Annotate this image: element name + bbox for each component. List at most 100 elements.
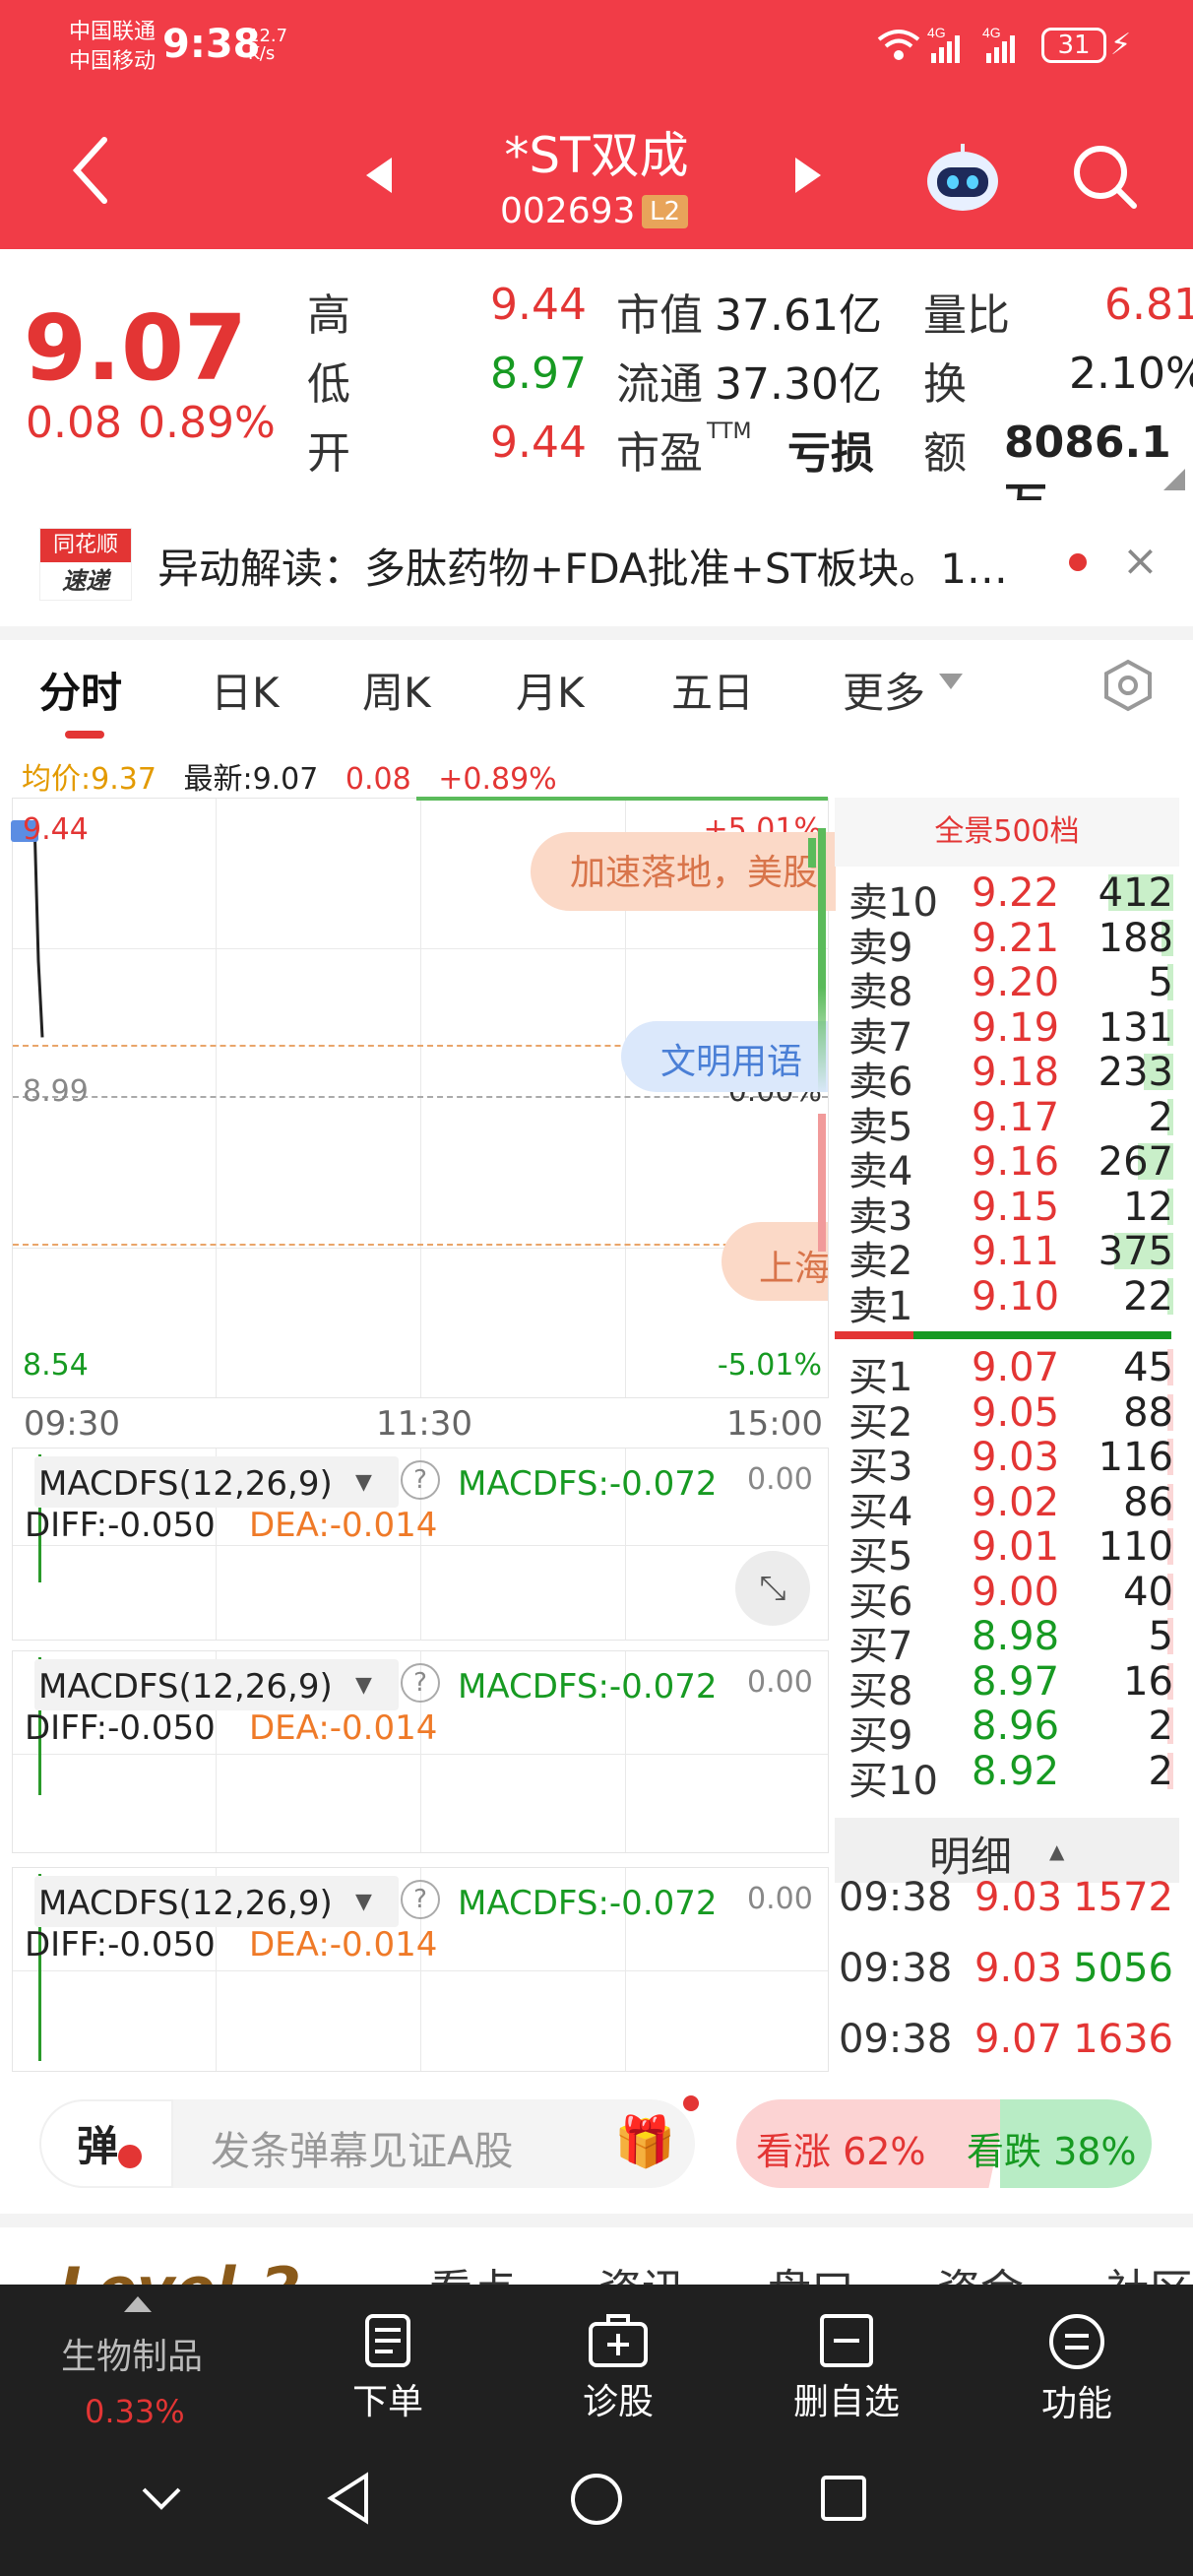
- ask-level-row[interactable]: 卖6 9.18 233: [848, 1050, 1173, 1105]
- ask-level-row[interactable]: 卖7 9.19 131: [848, 1005, 1173, 1061]
- level-price: 9.05: [972, 1389, 1060, 1436]
- level-volume: 233: [1098, 1050, 1173, 1095]
- remove-watchlist-button[interactable]: 删自选: [780, 2312, 913, 2424]
- bid-level-row[interactable]: 买3 9.03 116: [848, 1435, 1173, 1490]
- expand-corner-icon[interactable]: [1163, 469, 1185, 490]
- sector-pct: 0.33%: [85, 2393, 185, 2430]
- system-recents-icon[interactable]: [819, 2474, 868, 2527]
- system-home-icon[interactable]: [569, 2472, 624, 2531]
- x-start-label: 09:30: [24, 1404, 120, 1444]
- ask-level-row[interactable]: 卖5 9.17 2: [848, 1095, 1173, 1150]
- bearish-button[interactable]: 看跌 38%: [967, 2121, 1137, 2175]
- unread-dot: [1069, 553, 1087, 571]
- tab-highlights[interactable]: 看点: [429, 2255, 516, 2285]
- bid-level-row[interactable]: 买7 8.98 5: [848, 1614, 1173, 1669]
- bid-level-row[interactable]: 买8 8.97 16: [848, 1658, 1173, 1714]
- bid-level-row[interactable]: 买9 8.96 2: [848, 1704, 1173, 1759]
- level-price: 9.20: [972, 960, 1060, 1005]
- macd-indicator-label[interactable]: MACDFS(12,26,9): [38, 1884, 333, 1923]
- diagnose-button[interactable]: 诊股: [565, 2312, 671, 2424]
- macd-indicator-label[interactable]: MACDFS(12,26,9): [38, 1464, 333, 1504]
- trade-price: 9.07: [974, 2017, 1063, 2062]
- macd-indicator-label[interactable]: MACDFS(12,26,9): [38, 1667, 333, 1707]
- tab-five-day[interactable]: 五日: [671, 660, 754, 720]
- dea-value: DEA:-0.014: [249, 1708, 438, 1748]
- danmu-bubble[interactable]: 上海: [722, 1222, 828, 1301]
- low-label: 低: [307, 359, 350, 410]
- chevron-down-icon: ▼: [355, 1470, 372, 1495]
- ask-level-row[interactable]: 卖1 9.10 22: [848, 1274, 1173, 1329]
- order-button[interactable]: 下单: [335, 2312, 441, 2424]
- danmu-placeholder[interactable]: 发条弹幕见证A股: [211, 2119, 513, 2176]
- level-volume: 188: [1098, 915, 1173, 961]
- news-text: 异动解读：多肽药物+FDA批准+ST板块。1…: [157, 545, 1008, 593]
- diff-value: DIFF:-0.050: [25, 1708, 216, 1748]
- bid-level-row[interactable]: 买10 8.92 2: [848, 1748, 1173, 1804]
- bid-level-row[interactable]: 买1 9.07 45: [848, 1345, 1173, 1400]
- danmu-input-bar[interactable]: 弹 发条弹幕见证A股 🎁: [39, 2095, 699, 2188]
- ask-level-row[interactable]: 卖10 9.22 412: [848, 870, 1173, 926]
- danmu-bubble[interactable]: 文明用语: [621, 1021, 828, 1092]
- settings-hex-icon[interactable]: [1100, 658, 1156, 717]
- sentiment-bar[interactable]: 看涨 62% 看跌 38%: [736, 2099, 1152, 2188]
- gift-icon[interactable]: 🎁: [614, 2113, 675, 2171]
- help-icon[interactable]: ?: [401, 1880, 440, 1919]
- ask-level-row[interactable]: 卖2 9.11 375: [848, 1229, 1173, 1284]
- bid-level-row[interactable]: 买4 9.02 86: [848, 1480, 1173, 1535]
- tab-funds[interactable]: 资金: [937, 2255, 1024, 2285]
- danmu-bubble[interactable]: 加速落地，美股: [531, 832, 836, 911]
- help-icon[interactable]: ?: [401, 1460, 440, 1500]
- macd-value: MACDFS:-0.072: [458, 1884, 718, 1923]
- bid-level-row[interactable]: 买6 9.00 40: [848, 1570, 1173, 1625]
- level-price: 9.11: [972, 1229, 1060, 1274]
- collapse-icon[interactable]: [140, 2485, 183, 2517]
- macd-panel[interactable]: MACDFS(12,26,9) ▼ ? MACDFS:-0.072 0.00 D…: [12, 1650, 829, 1853]
- level-volume: 116: [1098, 1435, 1173, 1480]
- bullish-button[interactable]: 看涨 62%: [756, 2121, 926, 2175]
- bid-level-row[interactable]: 买5 9.01 110: [848, 1524, 1173, 1579]
- level-volume: 45: [1123, 1345, 1173, 1390]
- diagnose-icon: [589, 2314, 648, 2367]
- trade-row: 09:38 9.07 1636: [839, 2017, 1173, 2086]
- level-price: 9.21: [972, 915, 1060, 961]
- help-icon[interactable]: ?: [401, 1663, 440, 1703]
- svg-text:4G: 4G: [927, 25, 946, 40]
- news-bar[interactable]: 同花顺 速递 异动解读：多肽药物+FDA批准+ST板块。1… ×: [0, 500, 1193, 626]
- mcap-value: 37.61亿: [715, 290, 882, 341]
- intraday-chart[interactable]: 9.44 8.99 8.54 +5.01% 0.00% -5.01% 加速落地，…: [11, 797, 836, 1398]
- ask-level-row[interactable]: 卖4 9.16 267: [848, 1139, 1173, 1194]
- level-volume: 16: [1123, 1658, 1173, 1705]
- system-back-icon[interactable]: [325, 2472, 372, 2529]
- order-book-header[interactable]: 全景500档: [835, 798, 1179, 867]
- tab-weekly-k[interactable]: 周K: [362, 660, 431, 720]
- search-icon[interactable]: [1071, 143, 1140, 216]
- functions-button[interactable]: 功能: [1024, 2312, 1130, 2426]
- ask-level-row[interactable]: 卖9 9.21 188: [848, 915, 1173, 971]
- tab-intraday[interactable]: 分时: [39, 660, 122, 720]
- macd-panel[interactable]: MACDFS(12,26,9) ▼ ? MACDFS:-0.072 0.00 D…: [12, 1448, 829, 1641]
- tab-community[interactable]: 社区: [1106, 2255, 1193, 2285]
- check-icon: [118, 2145, 142, 2168]
- bid-level-row[interactable]: 买2 9.05 88: [848, 1389, 1173, 1446]
- tab-orderbook[interactable]: 盘口: [768, 2255, 854, 2285]
- level-price: 8.96: [972, 1704, 1060, 1749]
- robot-assistant-icon[interactable]: [923, 140, 1002, 219]
- tab-more[interactable]: 更多: [843, 660, 925, 720]
- ask-level-row[interactable]: 卖3 9.15 12: [848, 1185, 1173, 1240]
- sector-name[interactable]: 生物制品: [61, 2328, 203, 2379]
- level-price: 9.03: [972, 1435, 1060, 1480]
- level-price: 8.92: [972, 1748, 1060, 1794]
- level-price: 9.07: [972, 1345, 1060, 1390]
- level-label: 卖1: [848, 1283, 913, 1329]
- ask-level-row[interactable]: 卖8 9.20 5: [848, 960, 1173, 1015]
- macd-value: MACDFS:-0.072: [458, 1667, 718, 1707]
- macd-panel[interactable]: MACDFS(12,26,9) ▼ ? MACDFS:-0.072 0.00 D…: [12, 1867, 829, 2072]
- fullscreen-icon[interactable]: ⤡: [735, 1551, 810, 1626]
- close-icon[interactable]: ×: [1122, 536, 1159, 586]
- tab-daily-k[interactable]: 日K: [211, 660, 280, 720]
- tab-news[interactable]: 资讯: [598, 2255, 685, 2285]
- detail-header[interactable]: 明细 ▲: [835, 1818, 1179, 1883]
- tab-level2[interactable]: Level-2: [59, 2255, 301, 2285]
- last-price: 9.07: [24, 295, 247, 401]
- tab-monthly-k[interactable]: 月K: [516, 660, 585, 720]
